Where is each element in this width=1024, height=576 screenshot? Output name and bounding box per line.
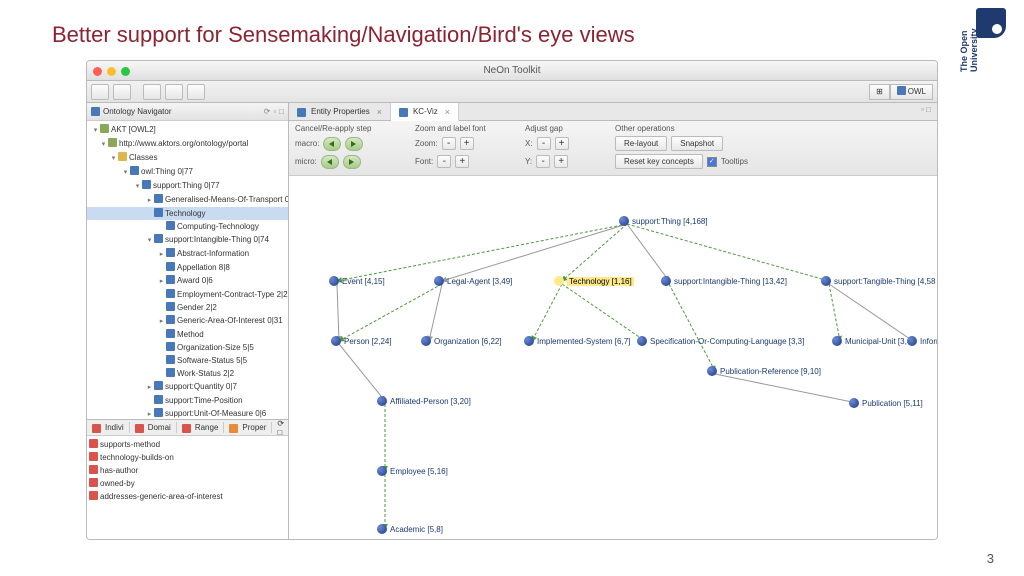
graph-node[interactable]: Municipal-Unit [3,4] — [832, 336, 913, 346]
ontology-tree[interactable]: ▾AKT [OWL2]▾http://www.aktors.org/ontolo… — [87, 121, 288, 419]
graph-node[interactable]: Publication [5,11] — [849, 398, 923, 408]
property-item[interactable]: has-author — [89, 464, 286, 477]
kc-viz-toolbar: Cancel/Re-apply step Zoom and label font… — [289, 121, 937, 176]
property-item[interactable]: supports-method — [89, 438, 286, 451]
ontology-navigator-header: Ontology Navigator ⟳▫□ — [87, 103, 288, 121]
close-tab-icon[interactable]: × — [377, 107, 382, 117]
tree-item[interactable]: ▾support:Intangible-Thing 0|74 — [87, 233, 288, 247]
zoom-out-button[interactable]: - — [442, 137, 456, 150]
property-list[interactable]: supports-methodtechnology-builds-onhas-a… — [87, 436, 288, 539]
editor-tab[interactable]: Entity Properties× — [289, 103, 391, 120]
tree-item[interactable]: Organization-Size 5|5 — [87, 341, 288, 354]
macro-redo-button[interactable] — [345, 137, 363, 151]
new-button[interactable] — [91, 84, 109, 100]
property-tab[interactable]: Range — [177, 422, 225, 433]
graph-node[interactable]: Employee [5,16] — [377, 466, 448, 476]
gap-y-minus[interactable]: - — [536, 155, 550, 168]
property-item[interactable]: owned-by — [89, 477, 286, 490]
snapshot-button[interactable]: Snapshot — [671, 136, 723, 151]
graph-node[interactable]: Person [2,24] — [331, 336, 392, 346]
tree-item[interactable]: ▾Classes — [87, 151, 288, 165]
tree-item[interactable]: ▸support:Unit-Of-Measure 0|6 — [87, 407, 288, 419]
property-item[interactable]: technology-builds-on — [89, 451, 286, 464]
graph-node[interactable]: Affiliated-Person [3,20] — [377, 396, 471, 406]
tree-item[interactable]: ▾AKT [OWL2] — [87, 123, 288, 137]
main-toolbar: ⊞ OWL — [87, 81, 937, 103]
property-tab[interactable]: Proper — [224, 422, 272, 433]
window-controls[interactable] — [93, 67, 130, 76]
graph-node[interactable]: Technology [1,16] — [554, 276, 634, 286]
graph-node[interactable]: Legal-Agent [3,49] — [434, 276, 512, 286]
kc-viz-canvas[interactable]: support:Thing [4,168] Event [4,15] Legal-A… — [289, 176, 937, 539]
tree-item[interactable]: Technology — [87, 207, 288, 220]
tool-button[interactable] — [165, 84, 183, 100]
relayout-button[interactable]: Re-layout — [615, 136, 667, 151]
micro-undo-button[interactable] — [321, 155, 339, 169]
gap-x-minus[interactable]: - — [537, 137, 551, 150]
editor-tabs[interactable]: Entity Properties×KC-Viz×▫ □ — [289, 103, 937, 121]
tree-item[interactable]: Gender 2|2 — [87, 301, 288, 314]
tree-item[interactable]: ▾owl:Thing 0|77 — [87, 165, 288, 179]
tree-item[interactable]: Software-Status 5|5 — [87, 354, 288, 367]
open-perspective-button[interactable]: ⊞ — [869, 84, 890, 100]
tree-item[interactable]: Method — [87, 328, 288, 341]
tree-item[interactable]: support:Time-Position — [87, 394, 288, 407]
graph-node[interactable]: Academic [5,8] — [377, 524, 443, 534]
graph-node[interactable]: Event [4,15] — [329, 276, 385, 286]
gap-y-plus[interactable]: + — [554, 155, 568, 168]
refresh-icon[interactable]: ⟳ — [264, 107, 271, 116]
minimize-icon[interactable]: ▫ — [273, 107, 276, 116]
font-minus-button[interactable]: - — [437, 155, 451, 168]
tree-item[interactable]: ▸Abstract-Information — [87, 247, 288, 261]
tree-item[interactable]: ▾http://www.aktors.org/ontology/portal — [87, 137, 288, 151]
tree-item[interactable]: Appellation 8|8 — [87, 261, 288, 274]
window-title: NeOn Toolkit — [87, 61, 937, 81]
ou-logo: The Open University — [962, 8, 1006, 72]
editor-tab[interactable]: KC-Viz× — [391, 103, 459, 121]
save-button[interactable] — [113, 84, 131, 100]
tree-item[interactable]: ▸Award 0|6 — [87, 274, 288, 288]
tool-button[interactable] — [187, 84, 205, 100]
page-number: 3 — [987, 551, 994, 566]
property-item[interactable]: addresses-generic-area-of-interest — [89, 490, 286, 503]
graph-node[interactable]: Implemented-System [6,7] — [524, 336, 630, 346]
graph-node[interactable]: support:Thing [4,168] — [619, 216, 708, 226]
tree-item[interactable]: ▾support:Thing 0|77 — [87, 179, 288, 193]
tree-item[interactable]: ▸Generic-Area-Of-Interest 0|31 — [87, 314, 288, 328]
zoom-in-button[interactable]: + — [460, 137, 474, 150]
graph-node[interactable]: Publication-Reference [9,10] — [707, 366, 821, 376]
slide-title: Better support for Sensemaking/Navigatio… — [52, 22, 635, 48]
tree-item[interactable]: ▸Generalised-Means-Of-Transport 0|1 — [87, 193, 288, 207]
font-plus-button[interactable]: + — [455, 155, 469, 168]
tooltips-checkbox[interactable]: ✓ — [707, 157, 717, 167]
tree-item[interactable]: Work-Status 2|2 — [87, 367, 288, 380]
gap-x-plus[interactable]: + — [555, 137, 569, 150]
graph-node[interactable]: Inform — [907, 336, 937, 346]
micro-redo-button[interactable] — [343, 155, 361, 169]
owl-perspective-button[interactable]: OWL — [890, 84, 933, 100]
property-tab[interactable]: Indivi — [87, 422, 130, 433]
tree-item[interactable]: Computing-Technology — [87, 220, 288, 233]
property-tabs[interactable]: IndiviDomaiRangeProper⟳ □ — [87, 420, 288, 436]
graph-node[interactable]: Specification-Or-Computing-Language [3,3… — [637, 336, 804, 346]
graph-node[interactable]: Organization [6,22] — [421, 336, 502, 346]
close-tab-icon[interactable]: × — [445, 107, 450, 117]
property-tab[interactable]: Domai — [130, 422, 177, 433]
tool-button[interactable] — [143, 84, 161, 100]
macro-undo-button[interactable] — [323, 137, 341, 151]
neon-toolkit-window: NeOn Toolkit ⊞ OWL Ontology Navigator ⟳▫… — [86, 60, 938, 540]
graph-node[interactable]: support:Tangible-Thing [4,58 — [821, 276, 935, 286]
tree-item[interactable]: Employment-Contract-Type 2|2 — [87, 288, 288, 301]
reset-key-concepts-button[interactable]: Reset key concepts — [615, 154, 703, 169]
graph-node[interactable]: support:Intangible-Thing [13,42] — [661, 276, 787, 286]
tree-item[interactable]: ▸support:Quantity 0|7 — [87, 380, 288, 394]
